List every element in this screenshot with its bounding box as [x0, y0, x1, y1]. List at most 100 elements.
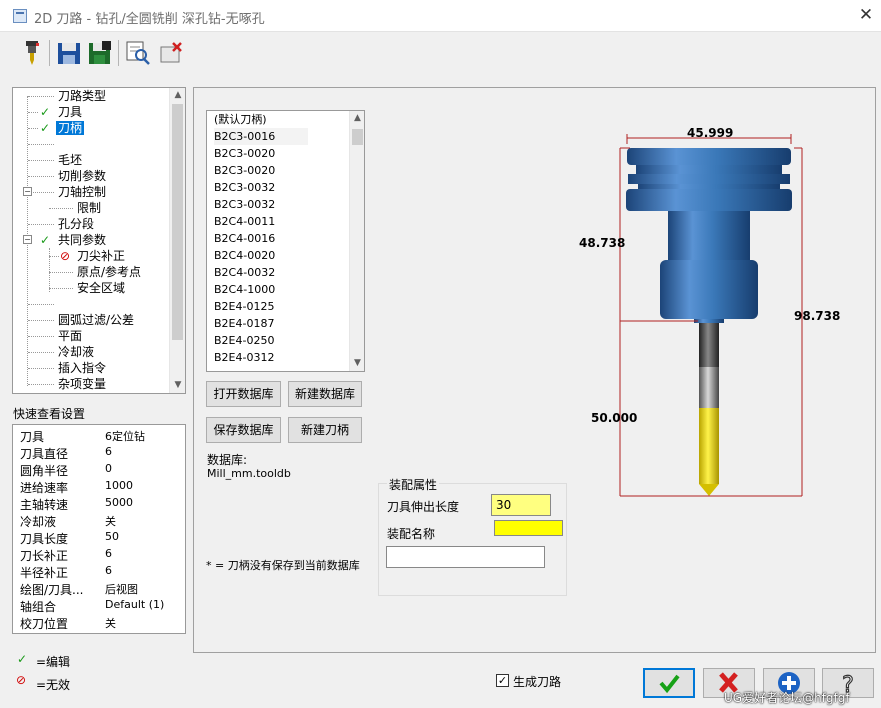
tree-item-axis-control[interactable]: 刀轴控制 [58, 184, 106, 200]
window-title: 2D 刀路 - 钻孔/全圆铣削 深孔钻-无啄孔 [34, 12, 265, 27]
quick-view-row: 冷却液关 [20, 515, 116, 529]
scroll-up-arrow-icon[interactable]: ▲ [170, 88, 185, 103]
close-button[interactable]: ✕ [851, 3, 881, 29]
check-icon: ✓ [40, 121, 51, 135]
quick-view-row: 刀具直径 6 [20, 445, 112, 461]
assembly-properties-title: 装配属性 [387, 476, 440, 493]
list-item-selected[interactable]: B2C3-0016 [214, 128, 308, 145]
holder-body [660, 260, 758, 319]
assembly-name-input[interactable] [494, 520, 563, 536]
quick-view-row: 绘图/刀具... 后视图 [20, 583, 138, 597]
database-name: Mill_mm.tooldb [207, 467, 291, 480]
tool-icon[interactable] [18, 39, 46, 67]
collapse-toggle[interactable]: − [23, 187, 32, 196]
assembly-name-label: 装配名称 [387, 527, 436, 541]
check-icon: ✓ [17, 652, 28, 666]
checkbox-checked-icon[interactable]: ✓ [496, 674, 509, 687]
list-item[interactable]: B2C4-0032 [214, 264, 275, 281]
list-item[interactable]: B2E4-0187 [214, 315, 274, 332]
quick-view-row: 圆角半径 0 [20, 462, 112, 478]
dimension-total-length: 98.738 [794, 309, 841, 323]
tree-scrollbar[interactable]: ▲ ▼ [169, 88, 185, 393]
tree-item-misc-values[interactable]: 杂项变量 [58, 376, 106, 392]
holder-list[interactable]: (默认刀柄) B2C3-0016 B2C3-0020 B2C3-0020 B2C… [206, 110, 365, 372]
title-bar: 2D 刀路 - 钻孔/全圆铣削 深孔钻-无啄孔 ✕ [0, 0, 881, 32]
quick-view-row: 半径补正 6 [20, 564, 112, 580]
tree-item-common-parameters[interactable]: 共同参数 [58, 232, 106, 248]
save-library-icon[interactable] [86, 39, 114, 67]
tree-item-tip-compensation[interactable]: 刀尖补正 [77, 248, 125, 264]
tree-item-holder[interactable]: 刀柄 [56, 120, 85, 136]
scroll-down-arrow-icon[interactable]: ▼ [350, 356, 364, 371]
list-item[interactable]: B2C4-0016 [214, 230, 275, 247]
ok-button[interactable] [643, 668, 695, 698]
scroll-thumb[interactable] [352, 129, 363, 145]
database-label: 数据库: [207, 453, 248, 467]
collapse-toggle[interactable]: − [23, 235, 32, 244]
scroll-up-arrow-icon[interactable]: ▲ [350, 111, 364, 126]
list-item[interactable]: B2C3-0032 [214, 196, 275, 213]
quick-view-row: 刀具长度 50 [20, 530, 119, 546]
tree-item-safety-zone[interactable]: 安全区域 [77, 280, 125, 296]
scroll-thumb[interactable] [172, 104, 183, 340]
save-database-button[interactable]: 保存数据库 [206, 417, 281, 443]
list-item[interactable]: B2C3-0020 [214, 145, 275, 162]
list-item[interactable]: (默认刀柄) [214, 111, 267, 128]
save-icon[interactable] [55, 39, 83, 67]
dimension-tool-length: 50.000 [591, 411, 638, 425]
list-item[interactable]: B2C3-0032 [214, 179, 275, 196]
tree-item-tool[interactable]: 刀具 [58, 104, 82, 120]
invalid-icon: ⊘ [16, 673, 27, 687]
new-holder-button[interactable]: 新建刀柄 [288, 417, 362, 443]
generate-toolpath-label: 生成刀路 [513, 675, 562, 689]
tree-item-canned-text[interactable]: 插入指令 [58, 360, 106, 376]
quick-view-row: 刀长补正 6 [20, 547, 112, 563]
tool-tip [699, 484, 719, 496]
tree-item-home-reference[interactable]: 原点/参考点 [77, 264, 141, 280]
quick-view-row: 主轴转速 5000 [20, 496, 133, 512]
tree-item-coolant[interactable]: 冷却液 [58, 344, 94, 360]
toolbar [0, 33, 881, 73]
clear-icon[interactable] [157, 39, 185, 67]
tree-item-toolpath-type[interactable]: 刀路类型 [58, 88, 106, 104]
scroll-down-arrow-icon[interactable]: ▼ [170, 378, 185, 393]
quick-view-row: 校刀位置关 [20, 617, 116, 631]
quick-view-title: 快速查看设置 [13, 407, 86, 421]
list-item[interactable]: B2E4-0312 [214, 349, 274, 366]
tree-item-limits[interactable]: 限制 [77, 200, 101, 216]
unsaved-note: * = 刀柄没有保存到当前数据库 [206, 559, 360, 572]
invalid-icon: ⊘ [60, 249, 71, 263]
check-icon: ✓ [40, 233, 51, 247]
app-icon [13, 9, 27, 23]
legend-edit: =编辑 [36, 655, 71, 669]
tree-item-hole-segments[interactable]: 孔分段 [58, 216, 94, 232]
tree-item-stock[interactable]: 毛坯 [58, 152, 82, 168]
preview-icon[interactable] [124, 39, 152, 67]
watermark-text: UG爱好者论坛@hfgfgf [724, 691, 850, 705]
extension-label: 刀具伸出长度 [387, 500, 460, 514]
open-database-button[interactable]: 打开数据库 [206, 381, 281, 407]
list-item[interactable]: B2E4-0125 [214, 298, 274, 315]
holder-list-scrollbar[interactable]: ▲ ▼ [349, 111, 364, 371]
extension-input[interactable]: 30 [491, 494, 551, 516]
list-item[interactable]: B2C4-0020 [214, 247, 275, 264]
ok-icon [659, 674, 680, 694]
tool-shank [699, 323, 719, 367]
list-item[interactable]: B2E4-0250 [214, 332, 274, 349]
dimension-holder-length: 48.738 [579, 236, 626, 250]
tree-item-arc-filter[interactable]: 圆弧过滤/公差 [58, 312, 134, 328]
holder-groove [636, 165, 782, 174]
tree-item-cut-parameters[interactable]: 切削参数 [58, 168, 106, 184]
tree-item-planes[interactable]: 平面 [58, 328, 82, 344]
tool-flute [699, 408, 719, 484]
dimension-top: 45.999 [687, 126, 734, 140]
quick-view-row: 进给速率 1000 [20, 479, 133, 495]
new-database-button[interactable]: 新建数据库 [288, 381, 362, 407]
list-item[interactable]: B2C4-0011 [214, 213, 275, 230]
list-item[interactable]: B2C3-0020 [214, 162, 275, 179]
quick-view-row: 刀具 6定位钻 [20, 430, 145, 444]
holder-neck [668, 211, 750, 260]
list-item[interactable]: B2C4-1000 [214, 281, 275, 298]
check-icon: ✓ [40, 105, 51, 119]
assembly-description-input[interactable] [386, 546, 545, 568]
